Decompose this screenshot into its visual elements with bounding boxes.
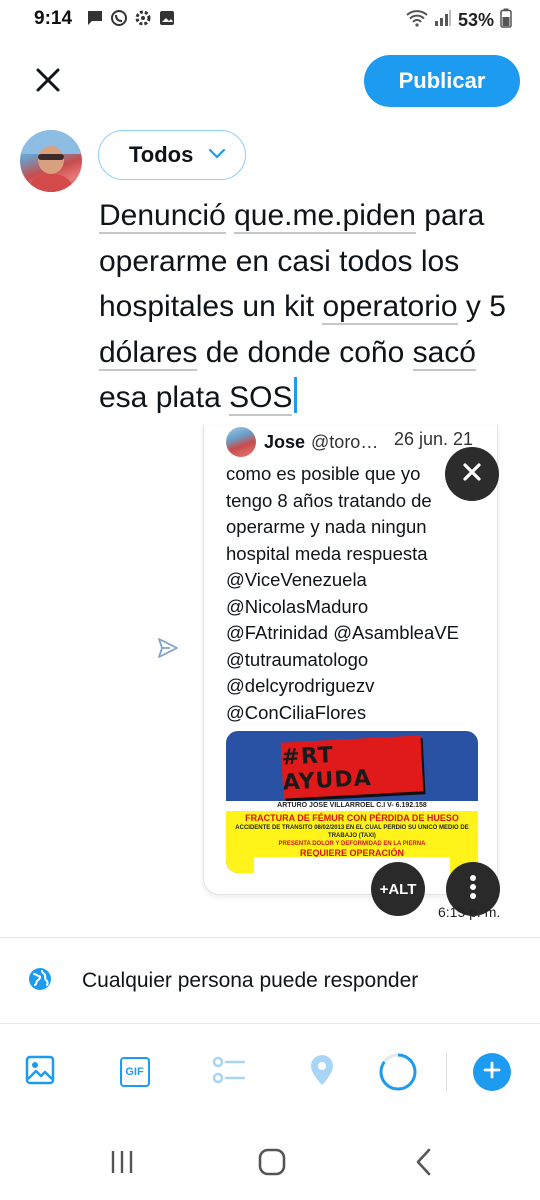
quote-media-image[interactable]: #RT AYUDA ARTURO JOSE VILLARROEL C.I V- … xyxy=(226,731,478,873)
flagged-word: Denunció xyxy=(99,199,226,234)
globe-icon xyxy=(28,967,52,996)
compose-text-segment: de donde coño xyxy=(197,335,413,369)
image-line-2: ACCIDENTE DE TRANSITO 08/02/2013 EN EL C… xyxy=(235,825,469,839)
quote-line: @NicolasMaduro xyxy=(226,595,369,617)
audience-label: Todos xyxy=(129,142,194,167)
image-line-1: FRACTURA DE FÉMUR CON PÉRDIDA DE HUESO xyxy=(245,813,459,823)
publish-button[interactable]: Publicar xyxy=(364,55,520,107)
signal-icon xyxy=(434,9,452,32)
compose-text-segment: esa plata xyxy=(99,381,230,414)
image-name-line: ARTURO JOSE VILLARROEL C.I V- 6.192.158 xyxy=(226,801,478,811)
compose-text-segment: y 5 xyxy=(457,290,506,323)
quote-line: @delcyrodriguezv xyxy=(226,675,375,696)
recents-button[interactable] xyxy=(102,1144,142,1184)
add-location-button[interactable] xyxy=(302,1052,342,1092)
add-image-button[interactable] xyxy=(20,1052,60,1092)
progress-ring-icon xyxy=(379,1053,417,1091)
gif-icon: GIF xyxy=(120,1057,150,1087)
compose-textarea[interactable]: Denunció que.me.piden para operarme en c… xyxy=(99,193,519,421)
avatar[interactable] xyxy=(20,130,82,192)
divider xyxy=(0,1023,540,1024)
battery-icon xyxy=(500,8,512,33)
flagged-word: dólares xyxy=(99,335,198,371)
notification-icons xyxy=(86,9,176,32)
add-thread-button[interactable] xyxy=(473,1053,511,1091)
flagged-word: sacó xyxy=(412,335,476,371)
add-poll-button[interactable] xyxy=(210,1052,250,1092)
toolbar-separator xyxy=(446,1052,447,1092)
message-icon xyxy=(86,9,104,32)
image-banner-text: #RT AYUDA xyxy=(280,742,373,796)
flagged-word: operatorio xyxy=(322,290,458,325)
text-caret xyxy=(294,377,298,413)
character-counter xyxy=(378,1052,418,1092)
recents-icon xyxy=(109,1149,135,1180)
send-icon xyxy=(156,636,180,665)
audience-selector[interactable]: Todos xyxy=(98,130,246,180)
home-icon xyxy=(257,1147,287,1182)
image-line-3: PRESENTA DOLOR Y DEFORMIDAD EN LA PIERNA xyxy=(278,841,426,847)
whatsapp-icon xyxy=(110,9,128,32)
remove-quote-button[interactable] xyxy=(445,447,499,501)
close-icon xyxy=(461,461,483,488)
flagged-word: SOS xyxy=(229,381,293,416)
status-bar: 9:14 53% xyxy=(0,0,540,40)
quote-date: 26 jun. 21 xyxy=(394,429,474,449)
navigation-bar xyxy=(0,1124,540,1200)
divider xyxy=(0,937,540,938)
quote-line: @tutraumatologo xyxy=(226,648,369,670)
quote-line: @ConCiliaFlores xyxy=(226,701,367,723)
quote-line: @FAtrinidad @AsambleaVE xyxy=(226,622,459,643)
back-icon xyxy=(414,1148,434,1181)
back-button[interactable] xyxy=(404,1144,444,1184)
add-icon xyxy=(483,1061,501,1084)
quote-header: Jose @toro… xyxy=(226,427,378,457)
add-gif-button[interactable]: GIF xyxy=(115,1052,155,1092)
image-icon xyxy=(24,1054,56,1091)
quote-line: operarme y nada ningun xyxy=(226,516,427,537)
battery-percent: 53% xyxy=(457,10,494,30)
flagged-word: que.me.piden xyxy=(234,199,416,234)
alt-text-button[interactable]: +ALT xyxy=(371,862,425,916)
image-bottom-box xyxy=(254,857,450,873)
quote-author-name: Jose xyxy=(264,431,306,452)
quote-text: como es posible que yo tengo 8 años trat… xyxy=(226,461,488,726)
more-vertical-icon xyxy=(469,874,477,905)
quote-line: @ViceVenezuela xyxy=(226,569,367,590)
quote-author-handle: @toro… xyxy=(311,431,379,452)
poll-icon xyxy=(212,1054,248,1091)
compose-text-segment xyxy=(226,199,234,232)
settings-icon xyxy=(134,9,152,32)
reply-setting-button[interactable]: Cualquier persona puede responder xyxy=(0,940,540,1022)
quote-line: hospital meda respuesta xyxy=(226,542,428,564)
image-banner: #RT AYUDA xyxy=(280,735,424,799)
quoted-tweet-card[interactable]: Jose @toro… 26 jun. 21 como es posible q… xyxy=(203,425,498,895)
gif-label: GIF xyxy=(125,1066,144,1078)
close-icon xyxy=(34,66,62,99)
home-button[interactable] xyxy=(252,1144,292,1184)
system-icons: 53% xyxy=(406,8,512,33)
quote-avatar xyxy=(226,427,256,457)
status-time: 9:14 xyxy=(34,8,73,29)
quote-line: tengo 8 años tratando de xyxy=(226,489,432,511)
location-icon xyxy=(307,1053,337,1092)
reply-setting-label: Cualquier persona puede responder xyxy=(82,969,419,992)
chevron-down-icon xyxy=(207,147,227,166)
close-button[interactable] xyxy=(28,62,68,102)
gallery-icon xyxy=(158,9,176,32)
quote-time: 6:15 p. m. xyxy=(438,904,501,920)
wifi-icon xyxy=(406,9,428,32)
